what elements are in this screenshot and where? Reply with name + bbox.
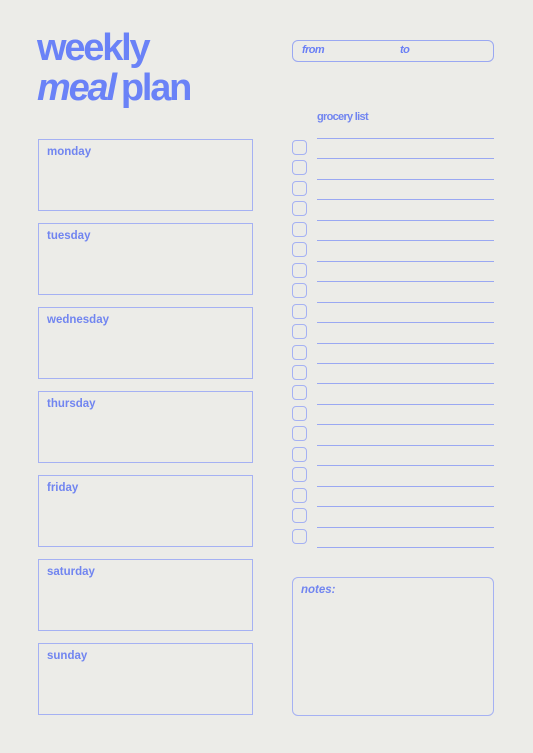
grocery-line[interactable] — [317, 526, 494, 528]
to-label: to — [400, 44, 410, 56]
day-box-wednesday[interactable]: wednesday — [38, 307, 253, 379]
grocery-checkbox[interactable] — [292, 405, 307, 421]
grocery-line[interactable] — [317, 547, 494, 548]
grocery-checkbox[interactable] — [292, 262, 307, 278]
day-label: tuesday — [47, 230, 91, 242]
day-box-tuesday[interactable]: tuesday — [38, 223, 253, 295]
from-label: from — [302, 44, 325, 56]
grocery-line[interactable] — [317, 322, 494, 323]
grocery-line[interactable] — [317, 199, 494, 201]
grocery-checkbox[interactable] — [292, 508, 307, 524]
day-label: thursday — [47, 398, 96, 410]
grocery-line[interactable] — [317, 301, 494, 303]
grocery-checkbox[interactable] — [292, 467, 307, 483]
grocery-line[interactable] — [317, 424, 494, 426]
day-label: saturday — [47, 566, 95, 578]
grocery-line[interactable] — [317, 383, 494, 385]
day-box-monday[interactable]: monday — [38, 139, 253, 211]
notes-label: notes: — [301, 584, 336, 596]
day-label: sunday — [47, 650, 88, 662]
grocery-line[interactable] — [317, 240, 494, 242]
day-label: monday — [47, 146, 92, 158]
grocery-checkbox[interactable] — [292, 385, 307, 401]
grocery-list-title: grocery list — [317, 111, 369, 123]
grocery-line[interactable] — [317, 465, 494, 467]
grocery-checkbox[interactable] — [292, 324, 307, 339]
date-range-field[interactable]: from to — [292, 40, 494, 62]
day-label: friday — [47, 482, 79, 494]
grocery-checkbox[interactable] — [292, 446, 307, 462]
day-box-saturday[interactable]: saturday — [38, 559, 253, 631]
grocery-checkbox[interactable] — [292, 364, 307, 380]
notes-box[interactable]: notes: — [292, 577, 494, 716]
grocery-line[interactable] — [317, 138, 494, 139]
grocery-checkbox[interactable] — [292, 283, 307, 299]
grocery-checkbox[interactable] — [292, 528, 307, 544]
title-line-1: weekly — [37, 27, 151, 69]
day-box-thursday[interactable]: thursday — [38, 391, 253, 463]
grocery-checkbox[interactable] — [292, 140, 307, 155]
grocery-checkbox[interactable] — [292, 180, 307, 196]
grocery-line[interactable] — [317, 178, 494, 180]
grocery-checkbox[interactable] — [292, 160, 307, 176]
day-label: wednesday — [47, 314, 109, 326]
day-box-friday[interactable]: friday — [38, 475, 253, 547]
grocery-checkbox[interactable] — [292, 303, 307, 319]
title-line-2: meal plan — [37, 67, 193, 109]
grocery-checkbox[interactable] — [292, 242, 307, 258]
grocery-line[interactable] — [317, 281, 494, 283]
title-meal: meal — [37, 67, 117, 109]
grocery-line[interactable] — [317, 506, 494, 508]
grocery-checkbox[interactable] — [292, 426, 307, 442]
grocery-line[interactable] — [317, 485, 494, 487]
grocery-line[interactable] — [317, 260, 494, 262]
page-title: weekly meal plan — [37, 27, 193, 109]
grocery-line[interactable] — [317, 158, 494, 160]
day-box-sunday[interactable]: sunday — [38, 643, 253, 715]
grocery-line[interactable] — [317, 362, 494, 364]
grocery-line[interactable] — [317, 444, 494, 446]
grocery-checkbox[interactable] — [292, 344, 307, 360]
grocery-line[interactable] — [317, 403, 494, 405]
grocery-checkbox[interactable] — [292, 201, 307, 217]
grocery-line[interactable] — [317, 219, 494, 221]
grocery-checkbox[interactable] — [292, 487, 307, 503]
grocery-line[interactable] — [317, 342, 494, 344]
title-plan: plan — [120, 67, 193, 109]
grocery-checkbox[interactable] — [292, 221, 307, 237]
